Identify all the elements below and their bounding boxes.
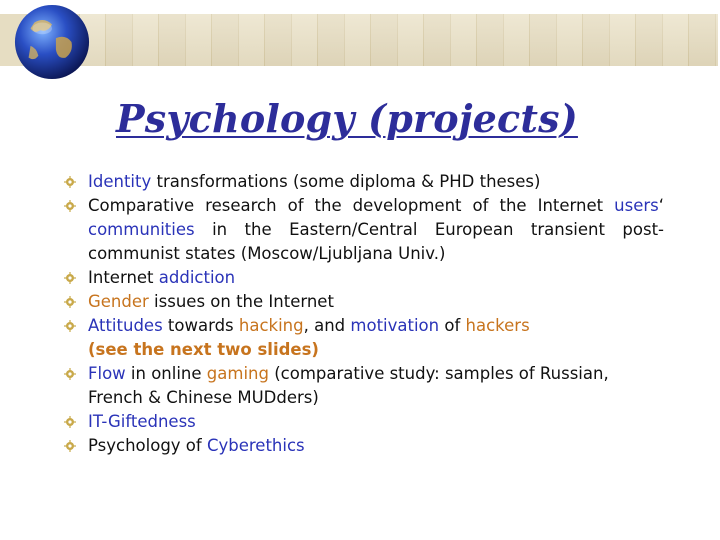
see-next-slides-note: (see the next two slides) — [88, 340, 319, 359]
list-item: Flow in online gaming (comparative study… — [64, 362, 664, 410]
sun-bullet-icon — [64, 296, 76, 308]
item-term: Identity — [88, 172, 152, 191]
list-item: IT-Giftedness — [64, 410, 664, 434]
item-text: issues on the Internet — [148, 292, 334, 311]
list-item: Attitudes towards hacking, and motivatio… — [64, 314, 664, 362]
item-term: IT-Giftedness — [88, 412, 196, 431]
item-term: Flow — [88, 364, 126, 383]
item-text: towards — [162, 316, 239, 335]
list-item: Gender issues on the Internet — [64, 290, 664, 314]
item-term: addiction — [158, 268, 236, 287]
item-text: Internet — [88, 268, 159, 287]
item-text: , and — [303, 316, 351, 335]
sun-bullet-icon — [64, 320, 76, 332]
sun-bullet-icon — [64, 176, 76, 188]
header-banner — [0, 14, 718, 66]
item-term: Cyberethics — [206, 436, 305, 455]
sun-bullet-icon — [64, 272, 76, 284]
sun-bullet-icon — [64, 368, 76, 380]
item-term: gaming — [206, 364, 269, 383]
slide-title: Psychology (projects) — [116, 96, 578, 141]
item-text: Comparative research of the development … — [88, 196, 615, 215]
bullet-list: Identity transformations (some diploma &… — [64, 170, 664, 458]
list-item: Psychology of Cyberethics — [64, 434, 664, 458]
item-term: hackers — [465, 316, 530, 335]
globe-icon — [14, 4, 90, 80]
item-term: hacking — [238, 316, 304, 335]
item-text: Psychology of — [88, 436, 207, 455]
banner-texture — [80, 14, 718, 66]
sun-bullet-icon — [64, 440, 76, 452]
list-item: Identity transformations (some diploma &… — [64, 170, 664, 194]
item-term: motivation — [350, 316, 440, 335]
list-item: Comparative research of the development … — [64, 194, 664, 266]
list-item: Internet addiction — [64, 266, 664, 290]
sun-bullet-icon — [64, 416, 76, 428]
item-text: of — [439, 316, 466, 335]
item-term: Gender — [88, 292, 149, 311]
sun-bullet-icon — [64, 200, 76, 212]
item-term: users — [614, 196, 659, 215]
item-term: Attitudes — [88, 316, 163, 335]
item-text: transformations (some diploma & PHD thes… — [151, 172, 541, 191]
item-text: ‘ — [658, 196, 664, 215]
item-text: in online — [125, 364, 207, 383]
item-term: communities — [88, 220, 195, 239]
